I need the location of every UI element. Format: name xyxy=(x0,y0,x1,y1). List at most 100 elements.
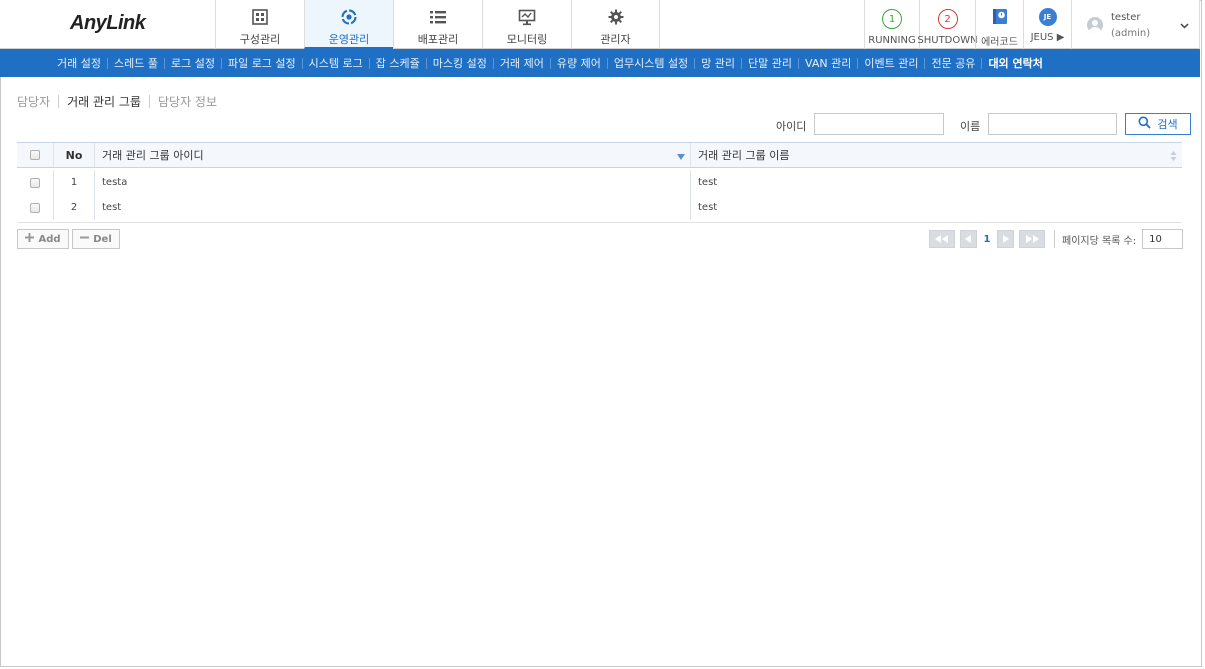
avatar xyxy=(1087,17,1103,33)
prev-page-icon xyxy=(965,235,971,243)
tab-manager[interactable]: 담당자 xyxy=(17,93,50,110)
row-no: 2 xyxy=(54,195,95,220)
header-group-id[interactable]: 거래 관리 그룹 아이디 xyxy=(95,143,691,167)
add-button-label: Add xyxy=(38,233,61,245)
error-code-label: 에러코드 xyxy=(981,37,1018,48)
subnav-item[interactable]: 시스템 로그 xyxy=(303,55,369,71)
per-page-label: 페이지당 목록 수: xyxy=(1062,235,1137,247)
sort-desc-icon xyxy=(677,154,685,160)
jeus-button[interactable]: JE JEUS ▶ xyxy=(1023,0,1071,49)
current-page[interactable]: 1 xyxy=(977,230,997,248)
ops-icon xyxy=(340,8,358,26)
main-nav: 구성관리 운영관리 배포관리 모니터링 관리자 xyxy=(215,0,660,49)
last-page-icon xyxy=(1026,235,1039,243)
name-label: 이름 xyxy=(960,120,981,133)
next-page-button[interactable] xyxy=(997,230,1014,248)
row-checkbox-cell xyxy=(17,195,54,220)
subnav-item[interactable]: 전문 공유 xyxy=(925,55,981,71)
status-area: 1 RUNNING 2 SHUTDOWN 에러코드 JE JEUS ▶ test… xyxy=(864,0,1200,49)
row-checkbox-cell xyxy=(17,170,54,195)
prev-page-button[interactable] xyxy=(960,230,977,248)
header-checkbox-cell xyxy=(17,143,54,167)
delete-button[interactable]: Del xyxy=(72,229,120,249)
sub-nav: 거래 설정 스레드 풀 로그 설정 파일 로그 설정 시스템 로그 잡 스케쥴 … xyxy=(0,49,1200,77)
running-status[interactable]: 1 RUNNING xyxy=(864,0,919,49)
chevron-down-icon xyxy=(1180,19,1189,32)
last-page-button[interactable] xyxy=(1019,230,1045,248)
row-group-id: test xyxy=(95,195,691,220)
pager-divider xyxy=(1054,230,1055,248)
list-icon xyxy=(429,8,447,26)
nav-config-label: 구성관리 xyxy=(239,33,281,46)
subnav-item[interactable]: 파일 로그 설정 xyxy=(222,55,302,71)
breadcrumb-divider xyxy=(58,95,60,108)
header-group-name[interactable]: 거래 관리 그룹 이름 xyxy=(691,143,1182,167)
group-table: No 거래 관리 그룹 아이디 거래 관리 그룹 이름 1 testa test… xyxy=(17,142,1182,223)
sort-icon xyxy=(1170,150,1177,165)
subnav-item[interactable]: 이벤트 관리 xyxy=(858,55,924,71)
nav-operations[interactable]: 운영관리 xyxy=(304,0,393,49)
monitor-icon xyxy=(518,8,536,26)
per-page-input[interactable]: 10 xyxy=(1142,229,1184,249)
subnav-item[interactable]: 마스킹 설정 xyxy=(427,55,493,71)
id-search-input[interactable] xyxy=(814,113,944,135)
row-checkbox[interactable] xyxy=(30,202,40,213)
header-group-name-label: 거래 관리 그룹 이름 xyxy=(698,149,790,162)
nav-admin[interactable]: 관리자 xyxy=(571,0,660,49)
minus-icon xyxy=(80,233,90,245)
delete-button-label: Del xyxy=(93,233,112,245)
error-code-button[interactable]: 에러코드 xyxy=(975,0,1023,49)
add-button[interactable]: Add xyxy=(17,229,69,249)
row-group-id: testa xyxy=(95,170,691,195)
search-button-label: 검색 xyxy=(1157,118,1178,131)
nav-config[interactable]: 구성관리 xyxy=(215,0,304,49)
shutdown-count: 2 xyxy=(937,9,958,29)
user-name: tester xyxy=(1111,12,1141,23)
jeus-badge-icon: JE xyxy=(1038,8,1057,26)
nav-operations-label: 운영관리 xyxy=(328,33,370,46)
next-page-icon xyxy=(1003,235,1009,243)
subnav-item[interactable]: 망 관리 xyxy=(695,55,741,71)
subnav-item[interactable]: 스레드 풀 xyxy=(108,55,164,71)
subnav-item[interactable]: 단말 관리 xyxy=(742,55,798,71)
select-all-checkbox[interactable] xyxy=(30,150,40,160)
subnav-item[interactable]: 로그 설정 xyxy=(165,55,221,71)
top-header: AnyLink 구성관리 운영관리 배포관리 모니터링 관리자 1 RUNNIN… xyxy=(0,0,1200,49)
search-button[interactable]: 검색 xyxy=(1125,113,1191,135)
first-page-button[interactable] xyxy=(929,230,955,248)
header-no: No xyxy=(54,143,95,167)
search-bar: 아이디 이름 검색 xyxy=(0,113,1200,135)
gear-icon xyxy=(608,8,624,26)
breadcrumb: 담당자 거래 관리 그룹 담당자 정보 xyxy=(17,93,217,110)
grid-icon xyxy=(252,8,268,26)
tab-manager-info[interactable]: 담당자 정보 xyxy=(158,93,217,110)
subnav-item-active[interactable]: 대외 연락처 xyxy=(982,55,1048,71)
plus-icon xyxy=(25,233,35,245)
nav-deploy[interactable]: 배포관리 xyxy=(393,0,482,49)
shutdown-status[interactable]: 2 SHUTDOWN xyxy=(917,0,978,49)
table-row[interactable]: 2 test test xyxy=(17,195,1182,220)
row-no: 1 xyxy=(54,170,95,195)
header-group-id-label: 거래 관리 그룹 아이디 xyxy=(102,149,204,162)
running-count: 1 xyxy=(882,9,902,29)
breadcrumb-divider xyxy=(149,95,150,108)
subnav-item[interactable]: 유량 제어 xyxy=(551,55,607,71)
subnav-item[interactable]: 업무시스템 설정 xyxy=(608,55,694,71)
table-body: 1 testa test 2 test test xyxy=(17,168,1182,223)
user-menu[interactable]: tester (admin) xyxy=(1071,0,1200,49)
row-group-name: test xyxy=(698,177,718,188)
subnav-item[interactable]: VAN 관리 xyxy=(799,55,857,71)
row-group-name: test xyxy=(698,202,718,213)
subnav-item[interactable]: 거래 제어 xyxy=(494,55,550,71)
row-checkbox[interactable] xyxy=(30,177,40,188)
table-row[interactable]: 1 testa test xyxy=(17,170,1182,195)
nav-monitoring-label: 모니터링 xyxy=(506,33,548,46)
pagination: 1 페이지당 목록 수: 10 xyxy=(929,229,1184,249)
subnav-item[interactable]: 잡 스케쥴 xyxy=(370,55,426,71)
nav-monitoring[interactable]: 모니터링 xyxy=(482,0,571,49)
tab-transaction-group[interactable]: 거래 관리 그룹 xyxy=(67,93,141,110)
first-page-icon xyxy=(935,235,948,243)
name-search-input[interactable] xyxy=(988,113,1117,135)
app-logo: AnyLink xyxy=(70,12,146,34)
subnav-item[interactable]: 거래 설정 xyxy=(51,55,107,71)
